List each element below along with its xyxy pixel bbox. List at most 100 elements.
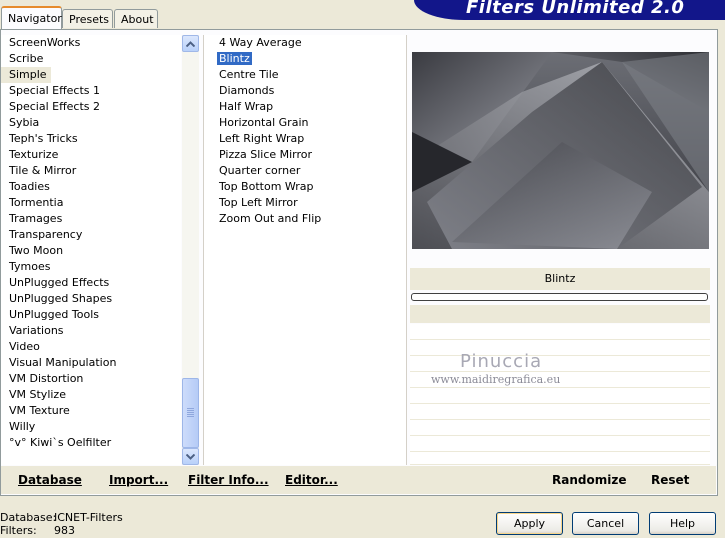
category-item-label: Teph's Tricks	[9, 132, 78, 145]
category-item[interactable]: Transparency	[1, 227, 181, 243]
category-item[interactable]: UnPlugged Shapes	[1, 291, 181, 307]
filter-item-label: Centre Tile	[219, 68, 279, 81]
watermark-url: www.maidiregrafica.eu	[431, 373, 561, 386]
category-item[interactable]: Tymoes	[1, 259, 181, 275]
filter-item-label: Left Right Wrap	[219, 132, 305, 145]
category-item[interactable]: VM Stylize	[1, 387, 181, 403]
preview-image	[412, 52, 709, 249]
category-item-label: Video	[9, 340, 40, 353]
chevron-up-icon	[186, 40, 195, 47]
category-item[interactable]: Willy	[1, 419, 181, 435]
category-list[interactable]: ScreenWorks Scribe Simple Special Effects 1…	[1, 35, 181, 465]
apply-button[interactable]: Apply	[496, 512, 563, 535]
filter-list[interactable]: 4 Way Average Blintz Centre Tile Diamonds Ha…	[203, 35, 407, 465]
parameter-row	[410, 420, 710, 436]
editor-button[interactable]: Editor...	[285, 473, 338, 487]
filter-item[interactable]: Pizza Slice Mirror	[204, 147, 406, 163]
category-item-label: Tymoes	[9, 260, 51, 273]
database-value: ICNET-Filters	[54, 511, 123, 524]
tab-presets[interactable]: Presets	[62, 9, 113, 28]
category-item-label: Simple	[1, 67, 51, 83]
filter-item[interactable]: Diamonds	[204, 83, 406, 99]
category-item-label: Willy	[9, 420, 36, 433]
filter-item-label: 4 Way Average	[219, 36, 302, 49]
category-item[interactable]: Two Moon	[1, 243, 181, 259]
scroll-thumb[interactable]	[182, 378, 199, 448]
parameter-row	[410, 388, 710, 404]
preview-filter-name: Blintz	[410, 268, 710, 290]
category-scrollbar[interactable]	[182, 35, 199, 465]
category-item-label: Visual Manipulation	[9, 356, 117, 369]
filter-item[interactable]: Quarter corner	[204, 163, 406, 179]
filter-item[interactable]: Half Wrap	[204, 99, 406, 115]
category-item-label: VM Texture	[9, 404, 70, 417]
filter-item[interactable]: Centre Tile	[204, 67, 406, 83]
category-item[interactable]: VM Texture	[1, 403, 181, 419]
category-item-label: Scribe	[9, 52, 44, 65]
category-item[interactable]: Simple	[1, 67, 181, 83]
category-item[interactable]: Special Effects 2	[1, 99, 181, 115]
database-button[interactable]: Database	[18, 473, 82, 487]
filters-count-label: Filters:	[0, 524, 37, 537]
category-item-label: UnPlugged Shapes	[9, 292, 113, 305]
category-item[interactable]: Texturize	[1, 147, 181, 163]
parameter-row	[410, 324, 710, 340]
filter-item-label: Top Bottom Wrap	[219, 180, 314, 193]
chevron-down-icon	[186, 453, 195, 460]
category-item[interactable]: VM Distortion	[1, 371, 181, 387]
category-item[interactable]: Teph's Tricks	[1, 131, 181, 147]
category-item[interactable]: Tormentia	[1, 195, 181, 211]
parameter-row	[410, 340, 710, 356]
category-item-label: Special Effects 2	[9, 100, 101, 113]
category-item-label: UnPlugged Effects	[9, 276, 110, 289]
scroll-up-button[interactable]	[182, 35, 199, 52]
parameter-row	[410, 404, 710, 420]
filter-item[interactable]: Top Bottom Wrap	[204, 179, 406, 195]
filter-info-button[interactable]: Filter Info...	[188, 473, 269, 487]
category-item[interactable]: Toadies	[1, 179, 181, 195]
parameter-row	[410, 356, 710, 372]
category-item-label: °v° Kiwi`s Oelfilter	[9, 436, 112, 449]
category-item[interactable]: Variations	[1, 323, 181, 339]
category-item-label: Two Moon	[9, 244, 64, 257]
category-item[interactable]: °v° Kiwi`s Oelfilter	[1, 435, 181, 451]
category-item[interactable]: Visual Manipulation	[1, 355, 181, 371]
filter-item-label: Half Wrap	[219, 100, 274, 113]
filter-item-label: Top Left Mirror	[219, 196, 298, 209]
randomize-button[interactable]: Randomize	[552, 473, 626, 487]
filter-item-label: Quarter corner	[219, 164, 301, 177]
reset-button[interactable]: Reset	[651, 473, 689, 487]
category-item[interactable]: UnPlugged Tools	[1, 307, 181, 323]
category-item-label: Special Effects 1	[9, 84, 101, 97]
tab-about[interactable]: About	[114, 9, 158, 28]
category-item-label: UnPlugged Tools	[9, 308, 99, 321]
filter-item-label: Blintz	[217, 52, 252, 65]
help-button[interactable]: Help	[649, 512, 716, 535]
category-item[interactable]: Sybia	[1, 115, 181, 131]
cancel-button[interactable]: Cancel	[572, 512, 639, 535]
filter-item[interactable]: Top Left Mirror	[204, 195, 406, 211]
filter-controls: Blintz	[410, 268, 710, 465]
category-item-label: Variations	[9, 324, 64, 337]
filter-item[interactable]: 4 Way Average	[204, 35, 406, 51]
category-item[interactable]: Video	[1, 339, 181, 355]
category-item[interactable]: ScreenWorks	[1, 35, 181, 51]
category-item[interactable]: UnPlugged Effects	[1, 275, 181, 291]
import-button[interactable]: Import...	[109, 473, 168, 487]
filter-item[interactable]: Zoom Out and Flip	[204, 211, 406, 227]
filter-item-label: Horizontal Grain	[219, 116, 309, 129]
category-item[interactable]: Special Effects 1	[1, 83, 181, 99]
scroll-down-button[interactable]	[182, 448, 199, 465]
filter-item[interactable]: Blintz	[204, 51, 406, 67]
filter-item-label: Zoom Out and Flip	[219, 212, 322, 225]
category-item[interactable]: Tramages	[1, 211, 181, 227]
category-item[interactable]: Scribe	[1, 51, 181, 67]
category-item[interactable]: Tile & Mirror	[1, 163, 181, 179]
category-item-label: Tormentia	[9, 196, 64, 209]
filter-item[interactable]: Horizontal Grain	[204, 115, 406, 131]
filter-item[interactable]: Left Right Wrap	[204, 131, 406, 147]
watermark-name: Pinuccia	[460, 351, 543, 372]
database-label: Database:	[0, 511, 57, 524]
category-item-label: ScreenWorks	[9, 36, 81, 49]
tab-navigator[interactable]: Navigator	[1, 6, 62, 29]
